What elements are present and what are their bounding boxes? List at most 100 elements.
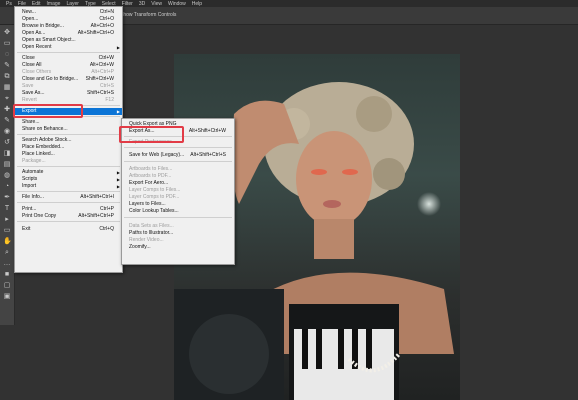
- crop-tool-icon[interactable]: ⧉: [3, 73, 11, 81]
- zoom-tool-icon[interactable]: ⌕: [3, 249, 11, 257]
- menubar-item-help[interactable]: Help: [192, 1, 202, 7]
- file-menu-item-save-as[interactable]: Save As... Shift+Ctrl+S: [15, 90, 122, 97]
- menu-item-shortcut: Ctrl+P: [99, 206, 114, 212]
- menu-item-shortcut: Ctrl+N: [99, 9, 114, 15]
- menu-item-label: Print One Copy: [22, 213, 57, 219]
- pen-tool-icon[interactable]: ✒: [3, 194, 11, 202]
- export-menu-item-layer-comps-to-pdf: Layer Comps to PDF...: [122, 194, 234, 201]
- blur-tool-icon[interactable]: ◍: [3, 172, 11, 180]
- menu-item-shortcut: Alt+Shift+Ctrl+O: [77, 30, 114, 36]
- file-menu-item-search-adobe-stock[interactable]: Search Adobe Stock...: [15, 137, 122, 144]
- file-menu-item-import[interactable]: Import ▶: [15, 183, 122, 190]
- menu-item-shortcut: Alt+Shift+Ctrl+W: [188, 128, 226, 134]
- menu-item-label: Search Adobe Stock...: [22, 137, 72, 143]
- eraser-tool-icon[interactable]: ◨: [3, 150, 11, 158]
- file-menu-item-scripts[interactable]: Scripts ▶: [15, 176, 122, 183]
- menu-separator: [17, 202, 120, 203]
- export-menu-item-zoomify[interactable]: Zoomify...: [122, 244, 234, 251]
- gradient-tool-icon[interactable]: ▤: [3, 161, 11, 169]
- marquee-tool-icon[interactable]: ▭: [3, 40, 11, 48]
- history-tool-icon[interactable]: ↺: [3, 139, 11, 147]
- menu-separator: [17, 221, 120, 222]
- menu-item-label: Close Others: [22, 69, 52, 75]
- menu-item-shortcut: Alt+Ctrl+P: [91, 69, 114, 75]
- fg-bg-color-tool-icon[interactable]: ■: [3, 271, 11, 279]
- file-menu-item-place-linked[interactable]: Place Linked...: [15, 151, 122, 158]
- file-menu-item-open-as[interactable]: Open As... Alt+Shift+Ctrl+O: [15, 30, 122, 37]
- menu-item-shortcut: Shift+Ctrl+W: [85, 76, 114, 82]
- file-menu-item-print-one-copy[interactable]: Print One Copy Alt+Shift+Ctrl+P: [15, 213, 122, 220]
- file-menu-item-open[interactable]: Open... Ctrl+O: [15, 16, 122, 23]
- export-menu-item-export-for-aero[interactable]: Export For Aero...: [122, 180, 234, 187]
- path-select-tool-icon[interactable]: ▸: [3, 216, 11, 224]
- menu-item-shortcut: Ctrl+S: [99, 83, 114, 89]
- menubar-item-window[interactable]: Window: [168, 1, 186, 7]
- submenu-arrow-icon: ▶: [116, 177, 120, 182]
- menu-item-label: Artboards to Files...: [129, 166, 173, 172]
- menu-item-shortcut: Alt+Shift+Ctrl+I: [80, 194, 114, 200]
- file-menu-item-new[interactable]: New... Ctrl+N: [15, 9, 122, 16]
- menu-separator: [124, 217, 232, 218]
- move-tool-icon[interactable]: ✥: [3, 29, 11, 37]
- menubar-item-3d[interactable]: 3D: [139, 1, 145, 7]
- export-menu-item-color-lookup-tables[interactable]: Color Lookup Tables...: [122, 208, 234, 215]
- menu-item-label: Open as Smart Object...: [22, 37, 76, 43]
- file-menu-item-automate[interactable]: Automate ▶: [15, 169, 122, 176]
- show-transform-controls-label[interactable]: Show Transform Controls: [120, 12, 176, 18]
- menu-item-label: Exit: [22, 226, 31, 232]
- file-menu-item-open-as-smart-object[interactable]: Open as Smart Object...: [15, 37, 122, 44]
- stamp-tool-icon[interactable]: ◉: [3, 128, 11, 136]
- dodge-tool-icon[interactable]: ◔: [3, 183, 11, 191]
- file-menu-item-print[interactable]: Print... Ctrl+P: [15, 206, 122, 213]
- frame-tool-icon[interactable]: ▦: [3, 84, 11, 92]
- export-menu-item-save-for-web-legacy[interactable]: Save for Web (Legacy)... Alt+Shift+Ctrl+S: [122, 152, 234, 159]
- menu-item-label: File Info...: [22, 194, 44, 200]
- hand-tool-icon[interactable]: ✋: [3, 238, 12, 246]
- menu-item-label: Close: [22, 55, 35, 61]
- file-menu-item-share[interactable]: Share...: [15, 119, 122, 126]
- file-menu-item-file-info[interactable]: File Info... Alt+Shift+Ctrl+I: [15, 194, 122, 201]
- menu-item-shortcut: F12: [105, 97, 114, 103]
- file-menu-item-close[interactable]: Close Ctrl+W: [15, 55, 122, 62]
- file-menu-item-open-recent[interactable]: Open Recent ▶: [15, 44, 122, 51]
- file-menu-item-close-all[interactable]: Close All Alt+Ctrl+W: [15, 62, 122, 69]
- export-menu-item-artboards-to-files: Artboards to Files...: [122, 166, 234, 173]
- menubar-item-view[interactable]: View: [151, 1, 162, 7]
- file-menu-item-share-on-behance[interactable]: Share on Behance...: [15, 126, 122, 133]
- menu-item-label: Layer Comps to Files...: [129, 187, 181, 193]
- menu-item-shortcut: Ctrl+Q: [99, 226, 114, 232]
- menubar-item-filter[interactable]: Filter: [122, 1, 133, 7]
- export-menu-item-artboards-to-pdf: Artboards to PDF...: [122, 173, 234, 180]
- menu-item-label: Color Lookup Tables...: [129, 208, 179, 214]
- menu-item-label: Package...: [22, 158, 46, 164]
- menubar-item-ps[interactable]: Ps: [6, 1, 12, 7]
- menu-item-shortcut: Ctrl+W: [98, 55, 114, 61]
- menu-item-label: Open Recent: [22, 44, 52, 50]
- eyedropper-tool-icon[interactable]: ⌖: [3, 95, 11, 103]
- quick-select-tool-icon[interactable]: ✎: [3, 62, 11, 70]
- menu-item-label: Layer Comps to PDF...: [129, 194, 180, 200]
- more-tool-icon[interactable]: …: [3, 260, 11, 268]
- healing-tool-icon[interactable]: ✚: [3, 106, 11, 114]
- lasso-tool-icon[interactable]: ◌: [3, 51, 11, 59]
- menu-item-label: Print...: [22, 206, 37, 212]
- file-menu-item-close-and-go-to-bridge[interactable]: Close and Go to Bridge... Shift+Ctrl+W: [15, 76, 122, 83]
- submenu-arrow-icon: ▶: [116, 184, 120, 189]
- menu-item-label: Open As...: [22, 30, 46, 36]
- rectangle-tool-icon[interactable]: ▭: [3, 227, 11, 235]
- type-tool-icon[interactable]: T: [3, 205, 11, 213]
- menu-item-label: Close and Go to Bridge...: [22, 76, 79, 82]
- screen-mode-tool-icon[interactable]: ▣: [3, 293, 11, 301]
- file-menu-item-exit[interactable]: Exit Ctrl+Q: [15, 226, 122, 233]
- menu-item-label: Place Embedded...: [22, 144, 65, 150]
- file-menu-item-browse-in-bridge[interactable]: Browse in Bridge... Alt+Ctrl+O: [15, 23, 122, 30]
- quick-mask-tool-icon[interactable]: ▢: [3, 282, 11, 290]
- export-menu-item-layers-to-files[interactable]: Layers to Files...: [122, 201, 234, 208]
- brush-tool-icon[interactable]: ✎: [3, 117, 11, 125]
- file-menu: New... Ctrl+N Open... Ctrl+O Browse in Bridg…: [14, 6, 123, 273]
- menu-item-shortcut: Alt+Ctrl+O: [90, 23, 114, 29]
- menu-item-label: Share...: [22, 119, 40, 125]
- export-menu-item-paths-to-illustrator[interactable]: Paths to Illustrator...: [122, 230, 234, 237]
- menu-item-label: Automate: [22, 169, 44, 175]
- file-menu-item-place-embedded[interactable]: Place Embedded...: [15, 144, 122, 151]
